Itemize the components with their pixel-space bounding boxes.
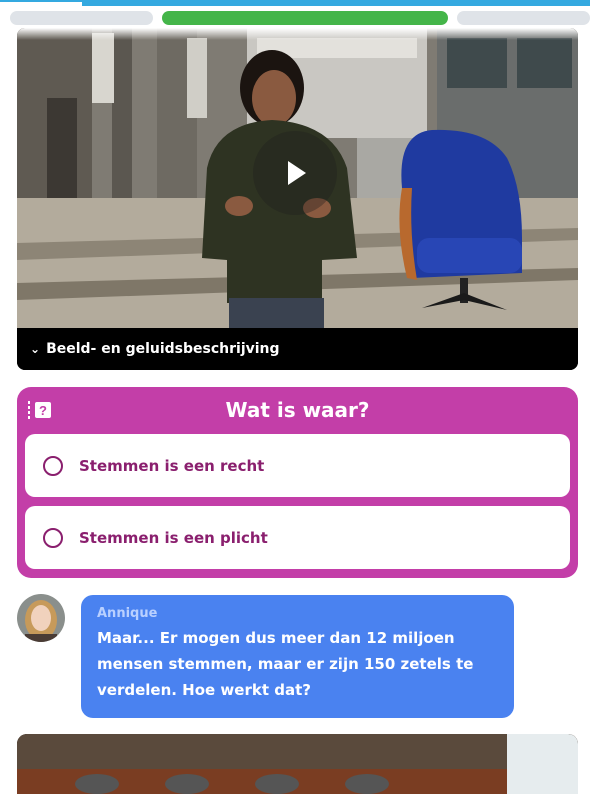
progress-segment-2	[162, 11, 448, 25]
progress-segment-1	[10, 11, 153, 25]
next-video-preview[interactable]	[17, 734, 578, 794]
audio-description-toggle[interactable]: ⌄ Beeld- en geluidsbeschrijving	[17, 328, 578, 370]
quiz-option-2[interactable]: Stemmen is een plicht	[25, 506, 570, 569]
quiz-card: ? Wat is waar? Stemmen is een recht Stem…	[17, 387, 578, 578]
play-icon	[288, 161, 306, 185]
video-player[interactable]: ⌄ Beeld- en geluidsbeschrijving	[17, 28, 578, 370]
avatar	[17, 594, 65, 642]
quiz-option-label: Stemmen is een recht	[79, 456, 265, 475]
lesson-progress	[0, 11, 590, 25]
quiz-title: Wat is waar?	[225, 398, 370, 422]
top-accent-line	[0, 0, 82, 2]
chevron-down-icon: ⌄	[30, 342, 41, 356]
radio-button[interactable]	[43, 527, 63, 548]
chat-message-text: Maar... Er mogen dus meer dan 12 miljoen…	[97, 629, 474, 699]
play-button[interactable]	[253, 131, 337, 215]
top-accent-bar	[82, 0, 590, 6]
audio-description-label: Beeld- en geluidsbeschrijving	[46, 341, 280, 357]
radio-button[interactable]	[43, 455, 63, 476]
video-top-fade	[17, 28, 578, 40]
progress-segment-3	[457, 11, 590, 25]
avatar-image	[17, 594, 65, 642]
quiz-option-1[interactable]: Stemmen is een recht	[25, 434, 570, 497]
chat-message-bubble: Annique Maar... Er mogen dus meer dan 12…	[81, 595, 514, 718]
chat-author: Annique	[97, 606, 158, 621]
next-video-frame	[17, 734, 578, 794]
quiz-option-label: Stemmen is een plicht	[79, 528, 268, 547]
